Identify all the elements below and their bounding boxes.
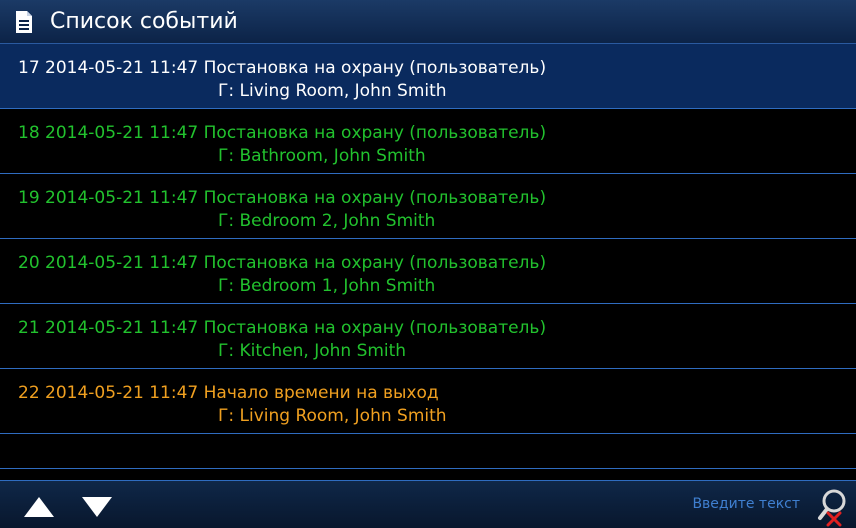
- arrow-up-icon[interactable]: [22, 495, 56, 519]
- event-detail-text: Г: Kitchen, John Smith: [218, 341, 407, 361]
- event-main-text: 22 2014-05-21 11:47 Начало времени на вы…: [18, 383, 439, 403]
- document-icon: [16, 11, 32, 33]
- event-row[interactable]: 20 2014-05-21 11:47 Постановка на охрану…: [0, 239, 856, 304]
- event-main-text: 20 2014-05-21 11:47 Постановка на охрану…: [18, 253, 547, 273]
- search-clear-icon[interactable]: [816, 487, 852, 527]
- header-bar: Список событий: [0, 0, 856, 44]
- empty-row: [0, 434, 856, 469]
- event-main-text: 17 2014-05-21 11:47 Постановка на охрану…: [18, 58, 547, 78]
- event-main-text: 21 2014-05-21 11:47 Постановка на охрану…: [18, 318, 547, 338]
- arrow-down-icon[interactable]: [80, 495, 114, 519]
- page-title: Список событий: [50, 9, 238, 34]
- search-input[interactable]: Введите текст: [692, 496, 800, 512]
- event-detail-text: Г: Living Room, John Smith: [218, 81, 447, 101]
- event-row[interactable]: 21 2014-05-21 11:47 Постановка на охрану…: [0, 304, 856, 369]
- event-row[interactable]: 18 2014-05-21 11:47 Постановка на охрану…: [0, 109, 856, 174]
- event-detail-text: Г: Bedroom 1, John Smith: [218, 276, 436, 296]
- event-main-text: 19 2014-05-21 11:47 Постановка на охрану…: [18, 188, 547, 208]
- event-row[interactable]: 22 2014-05-21 11:47 Начало времени на вы…: [0, 369, 856, 434]
- event-row[interactable]: 19 2014-05-21 11:47 Постановка на охрану…: [0, 174, 856, 239]
- event-detail-text: Г: Living Room, John Smith: [218, 406, 447, 426]
- event-detail-text: Г: Bathroom, John Smith: [218, 146, 426, 166]
- event-detail-text: Г: Bedroom 2, John Smith: [218, 211, 436, 231]
- footer-bar: Введите текст: [0, 480, 856, 528]
- event-main-text: 18 2014-05-21 11:47 Постановка на охрану…: [18, 123, 547, 143]
- event-row[interactable]: 17 2014-05-21 11:47 Постановка на охрану…: [0, 44, 856, 109]
- event-list: 17 2014-05-21 11:47 Постановка на охрану…: [0, 44, 856, 469]
